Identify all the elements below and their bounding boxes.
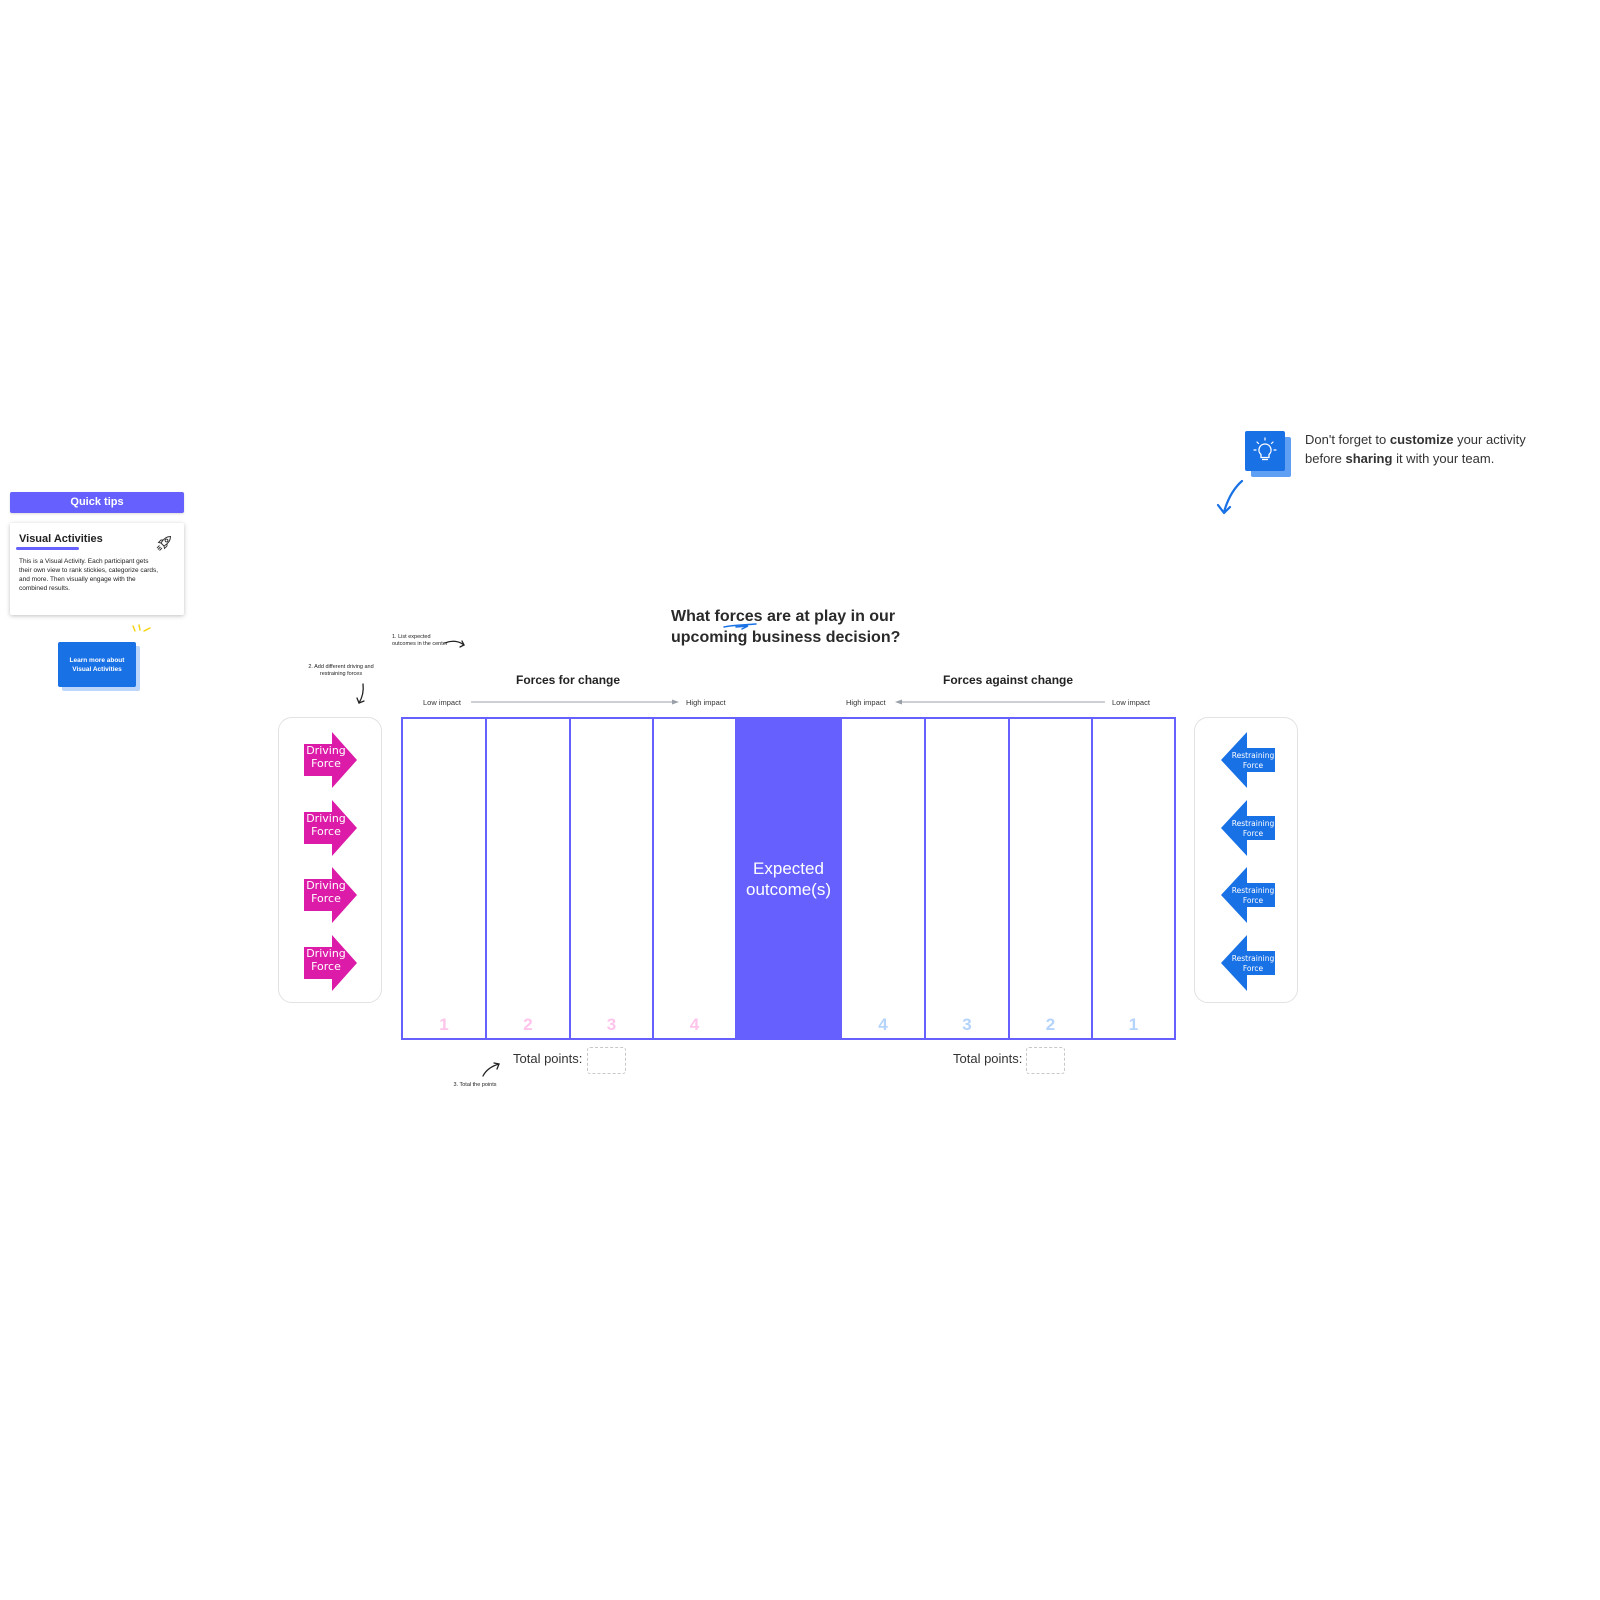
column-score: 4 — [878, 1015, 888, 1034]
driving-force-sticker[interactable]: Driving Force — [303, 866, 359, 924]
restraining-force-sticker[interactable]: Restraining Force — [1220, 934, 1276, 992]
tip-icon-tile — [1245, 431, 1285, 471]
squiggle-underline-icon — [723, 623, 757, 630]
column-against-4[interactable]: 4 — [842, 719, 926, 1038]
curved-arrow-icon — [356, 683, 365, 704]
tip-text-bold: customize — [1389, 432, 1454, 447]
total-points-label-against: Total points: — [953, 1051, 1023, 1066]
column-score: 2 — [523, 1015, 533, 1034]
instruction-step-1: 1. List expected outcomes in the center — [392, 634, 448, 647]
restraining-force-sticker[interactable]: Restraining Force — [1220, 866, 1276, 924]
title-underline — [16, 547, 79, 550]
curved-arrow-icon — [444, 640, 465, 648]
scale-label-high-impact: High impact — [846, 698, 886, 707]
restraining-force-sticker[interactable]: Restraining Force — [1220, 731, 1276, 789]
column-for-2[interactable]: 2 — [487, 719, 571, 1038]
tip-text-bold: sharing — [1345, 451, 1393, 466]
total-points-label-for: Total points: — [513, 1051, 583, 1066]
restraining-force-label: Restraining Force — [1231, 751, 1275, 770]
scale-label-high-impact: High impact — [686, 698, 726, 707]
column-against-2[interactable]: 2 — [1010, 719, 1093, 1038]
total-points-input-against[interactable] — [1026, 1047, 1065, 1074]
column-against-1[interactable]: 1 — [1093, 719, 1174, 1038]
tip-text: Don't forget to customize your activity … — [1305, 430, 1565, 468]
expected-outcomes-label: Expected outcome(s) — [745, 858, 832, 899]
column-score: 3 — [962, 1015, 972, 1034]
column-score: 2 — [1045, 1015, 1056, 1034]
column-for-3[interactable]: 3 — [571, 719, 654, 1038]
scale-label-low-impact: Low impact — [1112, 698, 1150, 707]
scale-label-low-impact: Low impact — [423, 698, 461, 707]
driving-force-sticker[interactable]: Driving Force — [303, 799, 359, 857]
tip-text-part: it with your team. — [1392, 451, 1495, 466]
sparkle-icon — [132, 624, 151, 632]
column-score: 4 — [689, 1015, 700, 1034]
driving-force-label: Driving Force — [306, 812, 346, 838]
driving-force-label: Driving Force — [306, 879, 346, 905]
restraining-force-label: Restraining Force — [1231, 819, 1275, 838]
tip-arrow-icon — [1216, 479, 1244, 515]
column-score: 3 — [606, 1015, 617, 1034]
expected-outcomes-column[interactable]: Expected outcome(s) — [737, 719, 842, 1038]
arrowhead-left-icon — [895, 699, 902, 705]
driving-force-label: Driving Force — [306, 744, 346, 770]
driving-force-sticker[interactable]: Driving Force — [303, 731, 359, 789]
quick-tips-card-title: Visual Activities — [19, 533, 103, 545]
column-against-3[interactable]: 3 — [926, 719, 1010, 1038]
tip-text-part: Don't forget to — [1305, 432, 1390, 447]
force-field-grid: 1 2 3 4 Expected outcome(s) 4 3 2 1 — [401, 717, 1176, 1040]
forces-against-change-title: Forces against change — [943, 673, 1074, 687]
instruction-step-3: 3. Total the points — [453, 1082, 497, 1088]
arrowhead-right-icon — [672, 699, 679, 705]
column-score: 1 — [1128, 1015, 1139, 1034]
quick-tips-card: Visual Activities This is a Visual Activ… — [10, 523, 184, 615]
learn-more-button[interactable]: Learn more about Visual Activities — [58, 642, 136, 687]
quick-tips-card-body: This is a Visual Activity. Each particip… — [19, 558, 159, 592]
lightbulb-icon — [1253, 437, 1277, 461]
restraining-force-label: Restraining Force — [1231, 886, 1275, 905]
total-points-input-for[interactable] — [587, 1047, 626, 1074]
instruction-step-2: 2. Add different driving and restraining… — [308, 664, 374, 677]
restraining-force-sticker[interactable]: Restraining Force — [1220, 799, 1276, 857]
quick-tips-header: Quick tips — [10, 492, 184, 513]
column-for-1[interactable]: 1 — [403, 719, 487, 1038]
forces-for-change-title: Forces for change — [516, 673, 621, 687]
column-for-4[interactable]: 4 — [654, 719, 737, 1038]
driving-force-label: Driving Force — [306, 947, 346, 973]
driving-force-sticker[interactable]: Driving Force — [303, 934, 359, 992]
page-title: What forces are at play in our upcoming … — [671, 608, 901, 646]
curved-arrow-icon — [482, 1062, 500, 1077]
rocket-icon — [156, 535, 172, 551]
column-score: 1 — [439, 1015, 449, 1034]
restraining-force-label: Restraining Force — [1231, 954, 1275, 973]
